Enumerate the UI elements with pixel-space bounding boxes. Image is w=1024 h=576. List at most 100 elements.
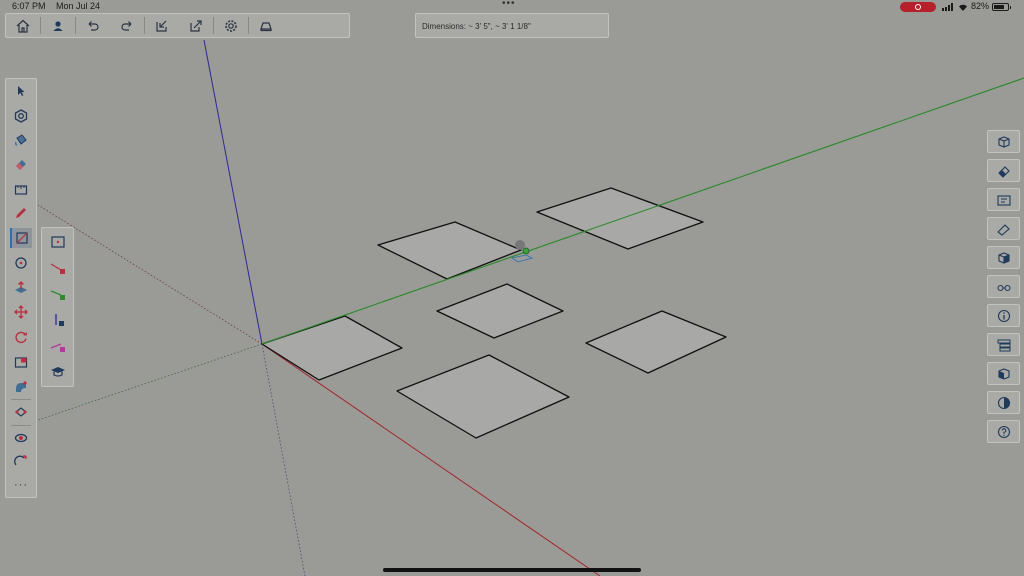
components-panel-button[interactable] [987, 362, 1020, 385]
section-plane-icon [14, 433, 28, 443]
display-style-button[interactable] [987, 275, 1020, 298]
more-tools-button[interactable]: ··· [6, 479, 36, 491]
views-button[interactable] [987, 246, 1020, 269]
multitasking-dots[interactable]: ••• [502, 0, 516, 9]
entity-info-icon [997, 309, 1010, 322]
select-tool-button[interactable] [10, 81, 32, 101]
materials-icon [996, 223, 1010, 236]
instructor-button[interactable] [47, 362, 69, 382]
outliner-button[interactable] [987, 333, 1020, 356]
circle-tool-button[interactable] [10, 253, 32, 273]
push-pull-tool-button[interactable] [10, 277, 32, 297]
signal-icon [942, 3, 956, 11]
display-button[interactable] [249, 14, 283, 37]
rectangle-basic-icon [51, 236, 65, 248]
rectangle-blue-lock-button[interactable] [47, 310, 69, 330]
account-button[interactable] [41, 14, 75, 37]
rotated-rectangle-red-lock-button[interactable] [47, 258, 69, 278]
orbit-icon [14, 109, 28, 123]
rect-lock-red-icon [50, 263, 65, 274]
rectangle-tool-button[interactable] [10, 228, 32, 248]
paint-bucket-tool-button[interactable] [10, 130, 32, 150]
rect-lock-magenta-icon [50, 343, 65, 352]
wifi-icon [959, 4, 967, 11]
solid-tools-icon [15, 407, 27, 417]
component-button[interactable] [987, 130, 1020, 153]
scale-tool-button[interactable] [10, 352, 32, 372]
tape-measure-icon [14, 185, 28, 195]
settings-icon [225, 19, 237, 32]
import-button[interactable] [145, 14, 179, 37]
undo-button[interactable] [76, 14, 110, 37]
components-panel-icon [997, 367, 1010, 380]
rotate-icon [15, 331, 28, 344]
styles-button[interactable] [987, 391, 1020, 414]
redo-icon [121, 20, 132, 31]
views-icon [997, 251, 1010, 264]
scenes-button[interactable] [987, 188, 1020, 211]
right-panel [987, 130, 1020, 450]
pencil-tool-button[interactable] [10, 203, 32, 223]
tape-measure-tool-button[interactable] [10, 179, 32, 199]
orbit-tool-button[interactable] [10, 106, 32, 126]
rectangle-green-lock-button[interactable] [47, 284, 69, 304]
rectangle-face[interactable] [377, 221, 522, 280]
instructor-icon [51, 367, 65, 377]
top-toolbar [5, 13, 350, 38]
rotate-tool-button[interactable] [10, 327, 32, 347]
rect-lock-blue-icon [55, 314, 64, 326]
move-tool-button[interactable] [10, 302, 32, 322]
display-icon [260, 21, 272, 31]
battery-icon [992, 3, 1011, 11]
eraser-tool-button[interactable] [10, 154, 32, 174]
status-time: 6:07 PM [12, 1, 46, 11]
home-button[interactable] [6, 14, 40, 37]
export-icon [190, 19, 202, 32]
screen-recording-indicator [900, 2, 936, 12]
styles-icon [997, 396, 1010, 409]
import-icon [156, 20, 167, 32]
axis-blue [203, 39, 263, 345]
eraser-panel-button[interactable] [987, 159, 1020, 182]
scenes-icon [996, 194, 1011, 206]
toolbar-divider [11, 425, 31, 426]
materials-button[interactable] [987, 217, 1020, 240]
left-toolbar: ··· [5, 78, 37, 498]
rectangle-face[interactable] [436, 283, 564, 339]
settings-button[interactable] [214, 14, 248, 37]
eraser-icon [16, 160, 26, 170]
section-plane-tool-button[interactable] [10, 428, 32, 448]
rectangle-magenta-lock-button[interactable] [47, 336, 69, 356]
entity-info-button[interactable] [987, 304, 1020, 327]
rectangle-face[interactable] [396, 354, 570, 439]
follow-me-tool-button[interactable] [10, 376, 32, 396]
undo-icon [88, 20, 99, 31]
paint-bucket-icon [15, 134, 27, 146]
rectangle-basic-button[interactable] [47, 232, 69, 252]
push-pull-icon [15, 281, 27, 293]
xray-tool-button[interactable] [10, 452, 32, 472]
status-date: Mon Jul 24 [56, 1, 101, 11]
solid-tools-button[interactable] [10, 402, 32, 422]
eraser-panel-icon [997, 165, 1010, 178]
component-icon [997, 135, 1010, 148]
rect-lock-green-icon [50, 290, 65, 300]
status-bar: 6:07 PM Mon Jul 24 ••• 82% [0, 0, 1024, 13]
measurement-box: Dimensions: ~ 3' 5", ~ 3' 1 1/8" [415, 13, 609, 38]
axis-blue-negative [261, 343, 306, 576]
rectangle-face[interactable] [261, 315, 403, 381]
xray-icon [14, 455, 27, 466]
follow-me-icon [16, 381, 27, 392]
battery-percentage: 82% [971, 1, 990, 11]
export-button[interactable] [179, 14, 213, 37]
select-icon [18, 86, 25, 96]
redo-button[interactable] [110, 14, 144, 37]
modeling-viewport[interactable] [0, 0, 1024, 576]
home-indicator[interactable] [383, 568, 641, 572]
outliner-icon [997, 339, 1010, 351]
help-button[interactable] [987, 420, 1020, 443]
rectangle-face[interactable] [585, 310, 727, 374]
cursor-shadow [515, 240, 525, 250]
rectangle-faces[interactable] [261, 187, 727, 439]
toolbar-divider [11, 399, 31, 400]
